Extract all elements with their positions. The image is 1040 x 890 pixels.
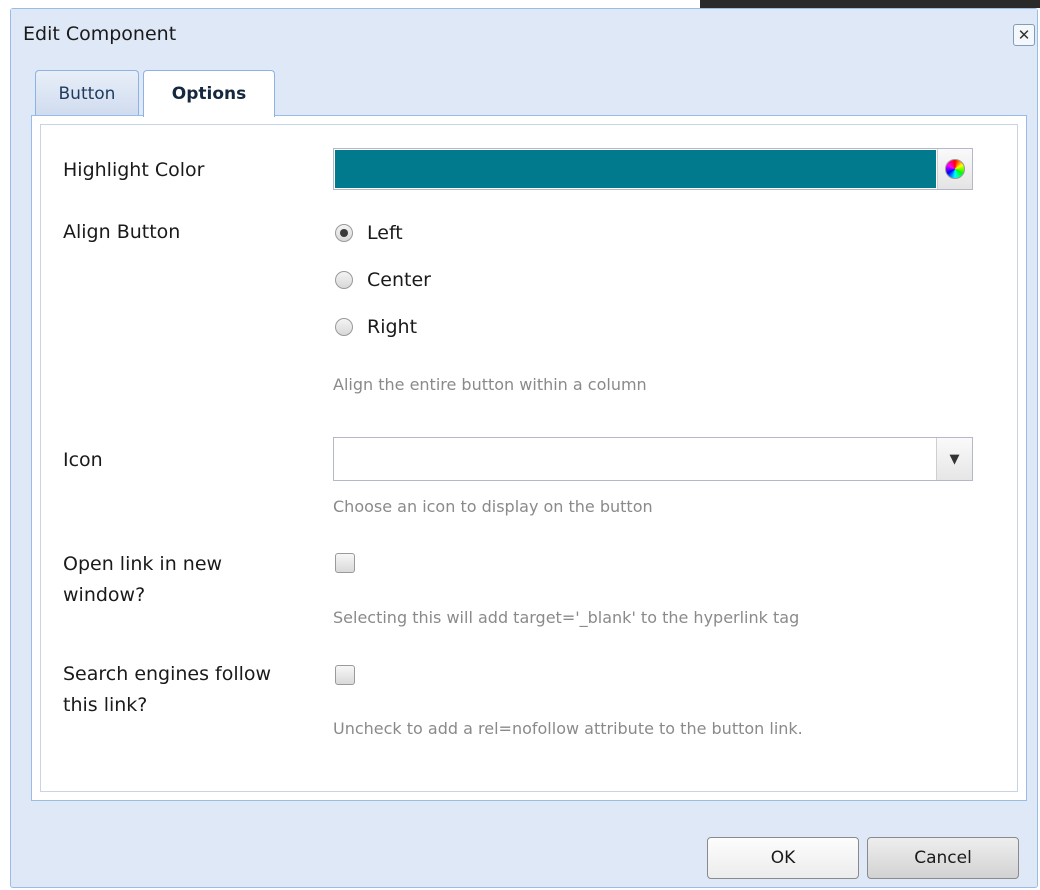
close-icon: ✕ xyxy=(1017,25,1031,44)
open-new-window-label-line2: window? xyxy=(63,584,146,606)
open-new-window-label-line1: Open link in new xyxy=(63,553,223,575)
search-follow-checkbox[interactable] xyxy=(335,665,355,685)
background-strip xyxy=(700,0,1040,8)
icon-select[interactable]: ▼ xyxy=(333,437,973,481)
radio-center[interactable] xyxy=(335,271,353,289)
tab-button[interactable]: Button xyxy=(35,70,139,116)
search-follow-hint: Uncheck to add a rel=nofollow attribute … xyxy=(333,719,803,738)
open-new-window-hint: Selecting this will add target='_blank' … xyxy=(333,608,800,627)
open-new-window-label: Open link in new window? xyxy=(63,549,222,611)
tab-options[interactable]: Options xyxy=(143,70,275,117)
open-new-window-checkbox[interactable] xyxy=(335,553,355,573)
radio-left-label: Left xyxy=(367,222,403,244)
radio-right-label: Right xyxy=(367,316,418,338)
options-panel: Highlight Color Align Button Left Center xyxy=(31,115,1027,801)
align-radio-center[interactable]: Center xyxy=(335,266,431,294)
highlight-color-label: Highlight Color xyxy=(63,159,205,181)
dialog-title: Edit Component xyxy=(23,23,177,45)
radio-center-label: Center xyxy=(367,269,431,291)
radio-left[interactable] xyxy=(335,224,353,242)
icon-label: Icon xyxy=(63,449,103,471)
align-button-hint: Align the entire button within a column xyxy=(333,375,647,394)
dialog-body: Button Options Highlight Color Align But… xyxy=(21,61,1029,813)
align-radio-left[interactable]: Left xyxy=(335,219,403,247)
tab-button-label: Button xyxy=(58,83,116,104)
highlight-color-field[interactable] xyxy=(333,148,973,190)
icon-hint: Choose an icon to display on the button xyxy=(333,497,653,516)
align-radio-right[interactable]: Right xyxy=(335,313,417,341)
search-follow-label-line1: Search engines follow xyxy=(63,663,272,685)
close-button[interactable]: ✕ xyxy=(1013,24,1035,46)
align-button-label: Align Button xyxy=(63,221,181,243)
cancel-button[interactable]: Cancel xyxy=(867,837,1019,879)
tab-options-label: Options xyxy=(171,84,247,104)
chevron-down-icon: ▼ xyxy=(949,451,960,467)
search-follow-label-line2: this link? xyxy=(63,694,148,716)
color-wheel-icon xyxy=(945,159,965,179)
options-form: Highlight Color Align Button Left Center xyxy=(40,124,1018,792)
color-picker-button[interactable] xyxy=(937,149,972,189)
radio-selected-dot xyxy=(340,229,348,237)
radio-right[interactable] xyxy=(335,318,353,336)
icon-select-trigger[interactable]: ▼ xyxy=(936,438,972,480)
highlight-color-swatch[interactable] xyxy=(335,150,936,188)
edit-component-dialog: Edit Component ✕ Button Options Highligh… xyxy=(10,8,1038,888)
dialog-titlebar[interactable]: Edit Component ✕ xyxy=(11,9,1037,53)
ok-button[interactable]: OK xyxy=(707,837,859,879)
search-follow-label: Search engines follow this link? xyxy=(63,659,271,721)
tab-strip: Button Options xyxy=(21,61,1029,117)
